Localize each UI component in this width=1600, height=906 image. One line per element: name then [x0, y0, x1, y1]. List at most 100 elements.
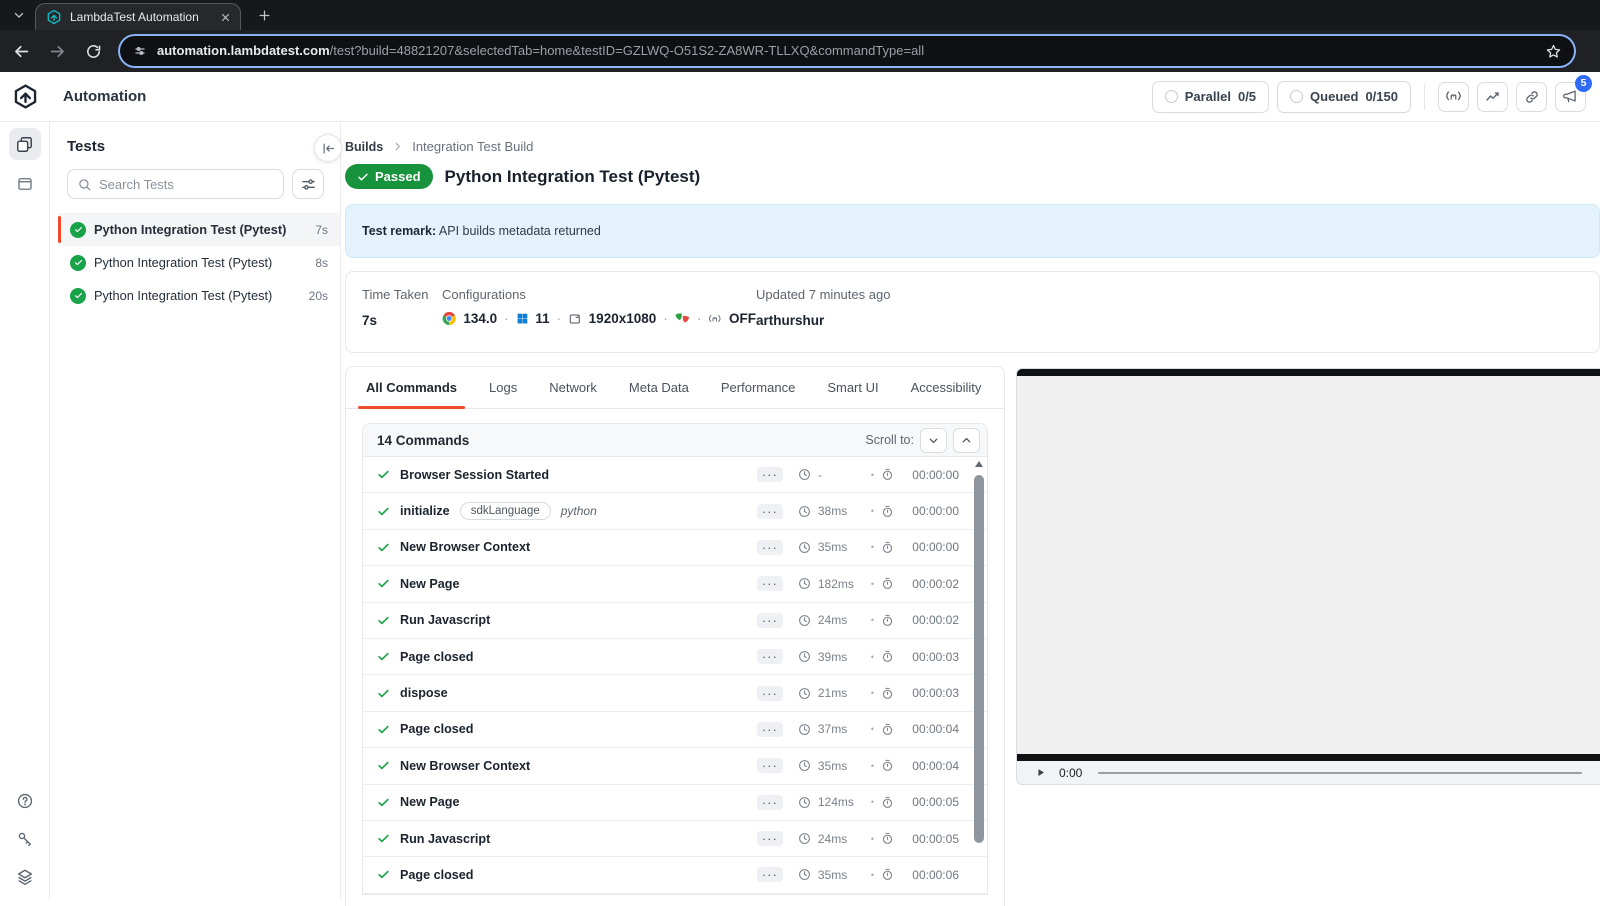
command-timestamp: 00:00:03 — [901, 686, 959, 700]
row-actions-button[interactable]: ··· — [757, 758, 783, 773]
scroll-down-button[interactable] — [920, 428, 947, 453]
tab-list-chevron-button[interactable] — [9, 5, 29, 25]
row-actions-button[interactable]: ··· — [757, 831, 783, 846]
scrollbar-thumb[interactable] — [974, 475, 984, 843]
sidebar-collapse-button[interactable] — [314, 134, 342, 162]
bullet-separator: • — [871, 761, 874, 771]
command-row[interactable]: New Browser Context ··· 35ms • 00:00:00 — [363, 530, 987, 566]
row-actions-button[interactable]: ··· — [757, 722, 783, 737]
help-icon[interactable] — [16, 792, 34, 810]
tab-all-commands[interactable]: All Commands — [350, 367, 473, 408]
command-duration: 24ms — [818, 832, 864, 846]
sensor-state: OFF — [729, 311, 756, 326]
stacked-windows-icon — [15, 135, 34, 154]
video-seek-bar[interactable] — [1098, 772, 1582, 774]
command-duration: 37ms — [818, 722, 864, 736]
test-list-item[interactable]: Python Integration Test (Pytest) 7s — [58, 213, 340, 246]
stopwatch-icon — [881, 832, 894, 845]
command-row[interactable]: Page closed ··· 39ms • 00:00:03 — [363, 639, 987, 675]
row-actions-button[interactable]: ··· — [757, 504, 783, 519]
video-top-bar — [1017, 369, 1600, 376]
play-button[interactable] — [1035, 767, 1046, 778]
tab-close-icon[interactable] — [219, 11, 232, 24]
clock-icon — [798, 468, 811, 481]
row-actions-button[interactable]: ··· — [757, 795, 783, 810]
tab-performance[interactable]: Performance — [705, 367, 811, 408]
bullet-separator: • — [871, 470, 874, 480]
test-list-item[interactable]: Python Integration Test (Pytest) 20s — [58, 279, 340, 312]
row-actions-button[interactable]: ··· — [757, 686, 783, 701]
video-player[interactable]: 0:00 — [1016, 368, 1600, 785]
tab-smart-ui[interactable]: Smart UI — [811, 367, 894, 408]
dot-separator: · — [557, 311, 562, 326]
haptics-button[interactable] — [1438, 82, 1469, 112]
command-row[interactable]: initialize sdkLanguage python ··· 38ms •… — [363, 493, 987, 529]
command-name: Run Javascript — [400, 832, 490, 846]
tab-logs[interactable]: Logs — [473, 367, 533, 408]
success-check-icon — [377, 577, 390, 590]
tab-accessibility[interactable]: Accessibility — [895, 367, 998, 408]
analytics-button[interactable] — [1477, 82, 1508, 112]
command-duration: 38ms — [818, 504, 864, 518]
browser-tab[interactable]: LambdaTest Automation — [35, 3, 241, 30]
passed-check-icon — [70, 222, 86, 238]
command-row[interactable]: dispose ··· 21ms • 00:00:03 — [363, 675, 987, 711]
announcements-button[interactable]: 5 — [1555, 82, 1586, 112]
app-header: Automation Parallel 0/5 Queued 0/150 5 — [0, 72, 1600, 122]
scrollbar-up-arrow[interactable] — [975, 461, 983, 467]
command-row[interactable]: Run Javascript ··· 24ms • 00:00:05 — [363, 821, 987, 857]
row-actions-button[interactable]: ··· — [757, 576, 783, 591]
tab-meta-data[interactable]: Meta Data — [613, 367, 705, 408]
site-info-icon[interactable] — [132, 43, 148, 59]
search-tests-box[interactable] — [67, 169, 284, 199]
row-actions-button[interactable]: ··· — [757, 613, 783, 628]
row-actions-button[interactable]: ··· — [757, 540, 783, 555]
bookmark-star-icon[interactable] — [1545, 43, 1562, 60]
test-list-item[interactable]: Python Integration Test (Pytest) 8s — [58, 246, 340, 279]
command-duration: 182ms — [818, 577, 864, 591]
success-check-icon — [377, 832, 390, 845]
reload-button[interactable] — [78, 36, 108, 66]
command-timestamp: 00:00:00 — [901, 540, 959, 554]
command-row[interactable]: New Page ··· 182ms • 00:00:02 — [363, 566, 987, 602]
test-title: Python Integration Test (Pytest) — [445, 167, 701, 187]
new-tab-button[interactable] — [253, 4, 275, 26]
command-name: New Page — [400, 795, 460, 809]
url-bar[interactable]: automation.lambdatest.com/test?build=488… — [120, 36, 1574, 66]
row-actions-button[interactable]: ··· — [757, 867, 783, 882]
search-input[interactable] — [99, 177, 274, 192]
commands-scrollbar[interactable] — [974, 461, 984, 889]
command-row[interactable]: Page closed ··· 35ms • 00:00:06 — [363, 857, 987, 893]
rail-item-sessions[interactable] — [9, 128, 41, 160]
clock-icon — [798, 796, 811, 809]
back-button[interactable] — [6, 36, 36, 66]
tab-network[interactable]: Network — [533, 367, 613, 408]
queued-status-button[interactable]: Queued 0/150 — [1277, 81, 1411, 113]
test-duration: 7s — [315, 223, 328, 237]
command-row[interactable]: New Page ··· 124ms • 00:00:05 — [363, 785, 987, 821]
row-actions-button[interactable]: ··· — [757, 649, 783, 664]
lambdatest-logo[interactable] — [12, 83, 39, 110]
command-timestamp: 00:00:00 — [901, 468, 959, 482]
queued-label: Queued — [1310, 89, 1358, 104]
command-row[interactable]: Run Javascript ··· 24ms • 00:00:02 — [363, 603, 987, 639]
rail-item-window[interactable] — [9, 168, 41, 200]
integrations-button[interactable] — [1516, 82, 1547, 112]
bullet-separator: • — [871, 870, 874, 880]
browser-toolbar: automation.lambdatest.com/test?build=488… — [0, 30, 1600, 72]
key-icon[interactable] — [16, 830, 34, 848]
video-bottom-bar — [1017, 754, 1600, 761]
parallel-status-button[interactable]: Parallel 0/5 — [1152, 81, 1269, 113]
forward-button[interactable] — [42, 36, 72, 66]
row-actions-button[interactable]: ··· — [757, 467, 783, 482]
layers-icon[interactable] — [16, 868, 34, 886]
breadcrumb-builds[interactable]: Builds — [345, 140, 383, 154]
command-row[interactable]: New Browser Context ··· 35ms • 00:00:04 — [363, 748, 987, 784]
command-row[interactable]: Browser Session Started ··· - • 00:00:00 — [363, 457, 987, 493]
scroll-up-button[interactable] — [953, 428, 980, 453]
filter-button[interactable] — [292, 169, 324, 199]
commands-panel: All Commands Logs Network Meta Data Perf… — [345, 366, 1005, 906]
stopwatch-icon — [881, 505, 894, 518]
command-row[interactable]: Page closed ··· 37ms • 00:00:04 — [363, 712, 987, 748]
left-icon-rail — [0, 122, 50, 900]
